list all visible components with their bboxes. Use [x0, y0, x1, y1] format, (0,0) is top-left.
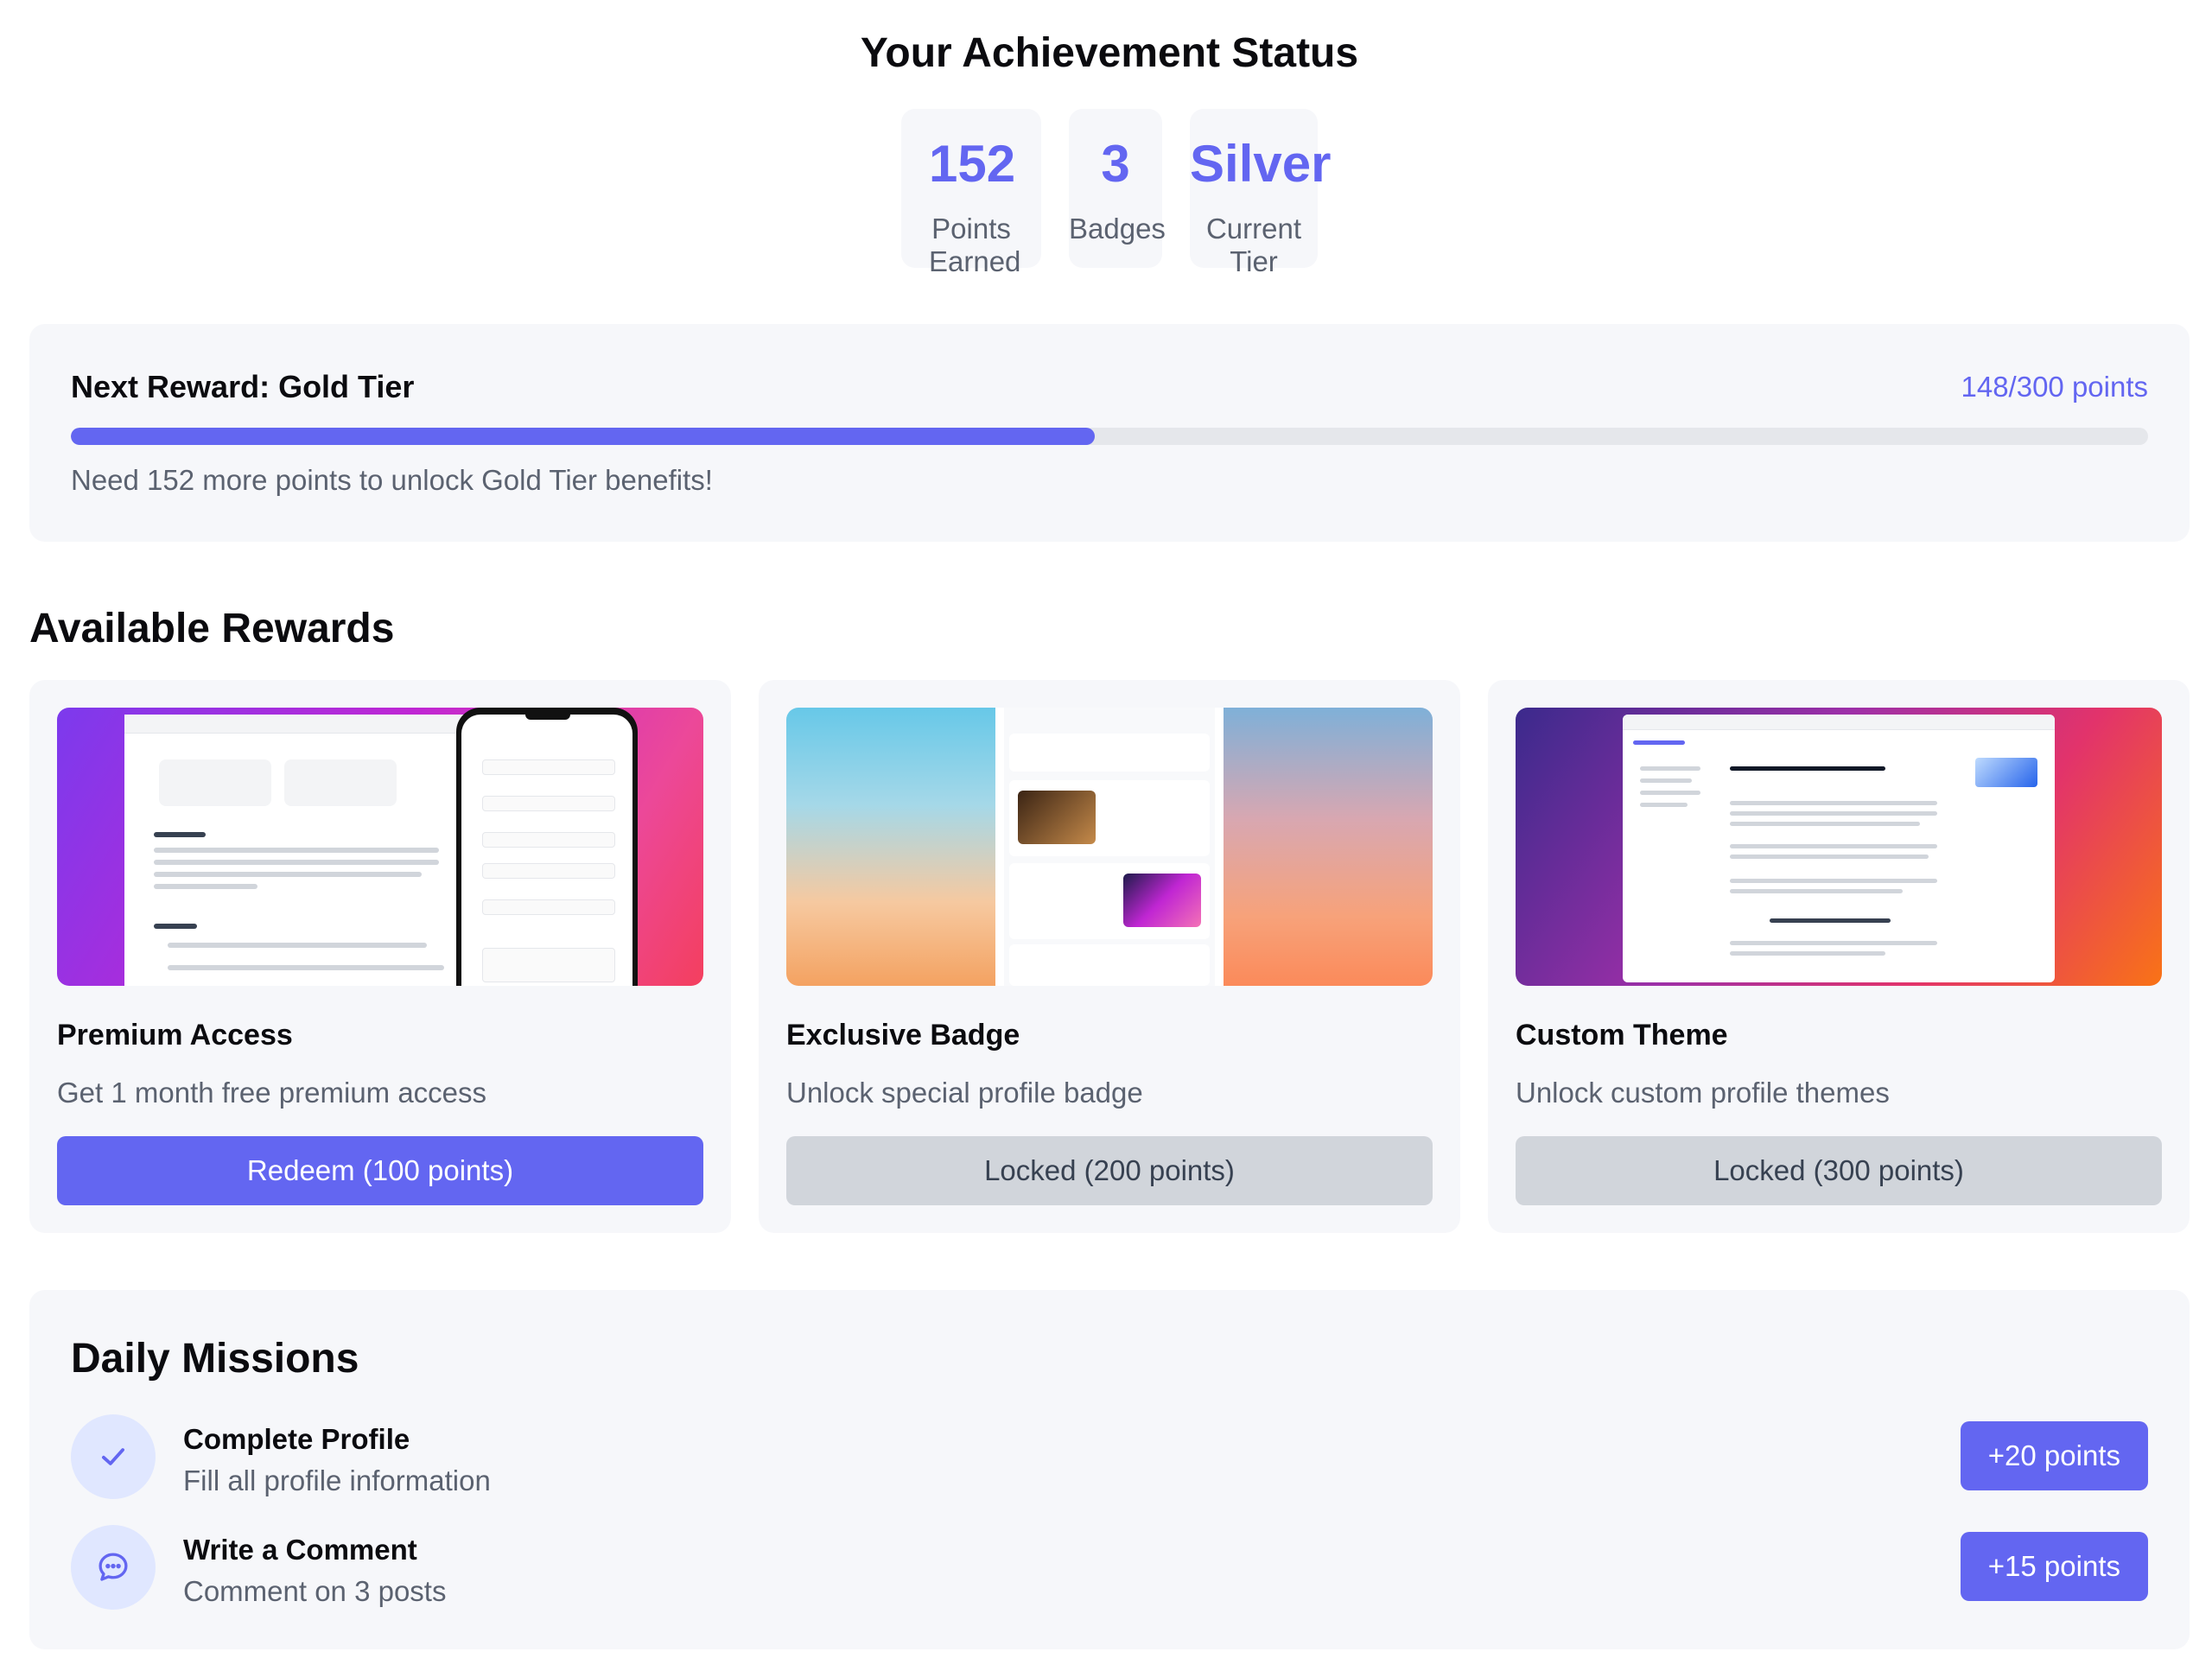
mission-item: Write a Comment Comment on 3 posts +15 p…	[71, 1525, 2148, 1611]
reward-card-premium: Premium Access Get 1 month free premium …	[29, 680, 731, 1233]
missions-title: Daily Missions	[71, 1336, 359, 1382]
stat-tier-value: Silver	[1190, 135, 1332, 193]
mission-points-button[interactable]: +15 points	[1960, 1532, 2148, 1601]
progress-bar-fill	[71, 428, 1096, 445]
page-title: Your Achievement Status	[860, 30, 1359, 76]
stat-points: 152 Points Earned	[901, 109, 1041, 277]
reward-title: Premium Access	[57, 1019, 293, 1052]
reward-thumbnail-badge	[786, 708, 1433, 986]
daily-missions-panel: Daily Missions Complete Profile Fill all…	[29, 1290, 2190, 1649]
mission-item: Complete Profile Fill all profile inform…	[71, 1414, 2148, 1501]
stat-badges-value: 3	[1101, 135, 1130, 193]
mission-title: Complete Profile	[183, 1423, 410, 1455]
chat-bubble-icon	[71, 1525, 156, 1610]
next-reward-title: Next Reward: Gold Tier	[71, 369, 415, 404]
check-icon	[71, 1414, 156, 1499]
progress-bar	[71, 428, 2148, 445]
stat-badges-label: Badges	[1069, 213, 1166, 245]
stat-tier: Silver Current Tier	[1190, 109, 1332, 277]
next-reward-note: Need 152 more points to unlock Gold Tier…	[71, 464, 713, 496]
stats-row: 152 Points Earned 3 Badges Silver Curren…	[29, 109, 2190, 277]
reward-description: Unlock special profile badge	[786, 1077, 1143, 1109]
mission-description: Comment on 3 posts	[183, 1575, 447, 1607]
reward-thumbnail-theme	[1516, 708, 2162, 986]
locked-badge-button[interactable]: Locked (200 points)	[786, 1136, 1433, 1205]
stat-tier-label: Current Tier	[1205, 213, 1302, 277]
next-reward-panel: Next Reward: Gold Tier 148/300 points Ne…	[29, 324, 2190, 542]
reward-title: Exclusive Badge	[786, 1019, 1020, 1052]
stat-points-label: Points Earned	[929, 213, 1021, 277]
rewards-grid: Premium Access Get 1 month free premium …	[29, 680, 2190, 1233]
redeem-premium-button[interactable]: Redeem (100 points)	[57, 1136, 703, 1205]
reward-title: Custom Theme	[1516, 1019, 1728, 1052]
stat-points-value: 152	[929, 135, 1016, 193]
stat-badges: 3 Badges	[1069, 109, 1166, 268]
reward-thumbnail-premium	[57, 708, 703, 986]
reward-description: Unlock custom profile themes	[1516, 1077, 1890, 1109]
reward-description: Get 1 month free premium access	[57, 1077, 487, 1109]
locked-theme-button[interactable]: Locked (300 points)	[1516, 1136, 2162, 1205]
rewards-title: Available Rewards	[29, 606, 395, 651]
mission-title: Write a Comment	[183, 1534, 417, 1566]
mission-points-button[interactable]: +20 points	[1960, 1421, 2148, 1490]
reward-card-badge: Exclusive Badge Unlock special profile b…	[759, 680, 1460, 1233]
reward-card-theme: Custom Theme Unlock custom profile theme…	[1488, 680, 2190, 1233]
mission-description: Fill all profile information	[183, 1465, 491, 1496]
next-reward-points: 148/300 points	[1961, 371, 2148, 403]
